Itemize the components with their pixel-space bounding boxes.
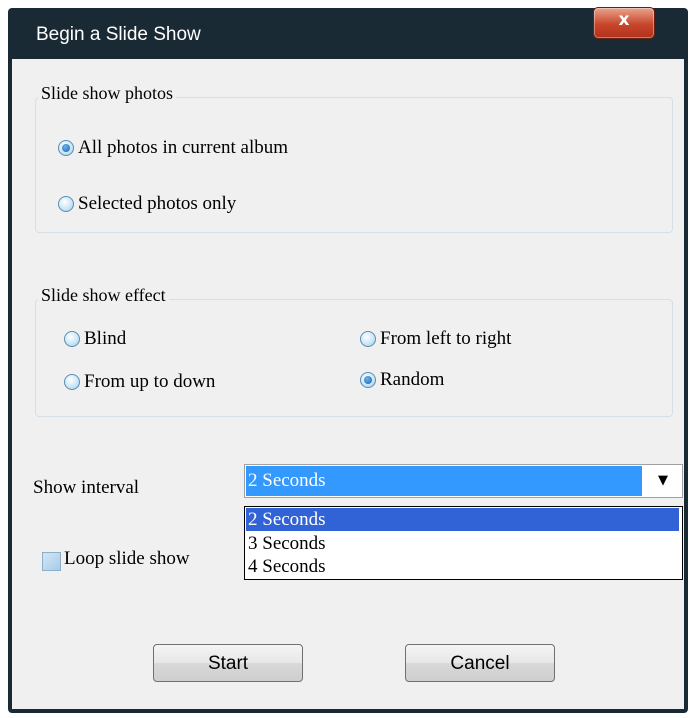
radio-icon xyxy=(58,196,74,212)
photos-group-label: Slide show photos xyxy=(38,83,177,104)
interval-combobox[interactable]: 2 Seconds ▼ xyxy=(244,464,683,498)
interval-dropdown-list: 2 Seconds 3 Seconds 4 Seconds xyxy=(244,506,683,580)
title-bar[interactable]: Begin a Slide Show x xyxy=(8,7,688,60)
radio-all-photos-label: All photos in current album xyxy=(78,137,289,158)
loop-checkbox-label: Loop slide show xyxy=(64,548,190,569)
radio-random-label: Random xyxy=(380,369,445,390)
radio-random[interactable]: Random xyxy=(360,369,444,391)
effect-group-label: Slide show effect xyxy=(38,285,169,306)
start-button[interactable]: Start xyxy=(153,644,303,682)
radio-icon xyxy=(58,140,74,156)
radio-selected-photos-label: Selected photos only xyxy=(78,193,237,214)
show-interval-label: Show interval xyxy=(33,477,140,498)
close-button[interactable]: x xyxy=(593,7,655,39)
radio-left-to-right[interactable]: From left to right xyxy=(360,328,511,350)
radio-all-photos[interactable]: All photos in current album xyxy=(58,137,288,159)
slide-show-dialog: Begin a Slide Show x Slide show photos A… xyxy=(8,7,688,713)
close-icon: x xyxy=(618,10,630,30)
interval-option[interactable]: 3 Seconds xyxy=(246,532,679,555)
radio-left-to-right-label: From left to right xyxy=(380,328,512,349)
radio-icon xyxy=(360,331,376,347)
interval-selected-value: 2 Seconds xyxy=(246,466,642,496)
radio-icon xyxy=(64,331,80,347)
interval-option[interactable]: 2 Seconds xyxy=(246,508,679,531)
radio-up-to-down[interactable]: From up to down xyxy=(64,371,215,393)
radio-up-to-down-label: From up to down xyxy=(84,371,216,392)
cancel-button[interactable]: Cancel xyxy=(405,644,555,682)
radio-blind[interactable]: Blind xyxy=(64,328,126,350)
dialog-body: Slide show photos All photos in current … xyxy=(12,59,684,709)
radio-icon xyxy=(64,374,80,390)
effect-group xyxy=(35,299,673,417)
loop-checkbox[interactable] xyxy=(42,552,61,571)
dialog-title: Begin a Slide Show xyxy=(36,24,201,45)
radio-icon xyxy=(360,372,376,388)
chevron-down-icon[interactable]: ▼ xyxy=(649,469,677,493)
radio-blind-label: Blind xyxy=(84,328,127,349)
radio-selected-photos[interactable]: Selected photos only xyxy=(58,193,236,215)
interval-option[interactable]: 4 Seconds xyxy=(246,555,679,578)
